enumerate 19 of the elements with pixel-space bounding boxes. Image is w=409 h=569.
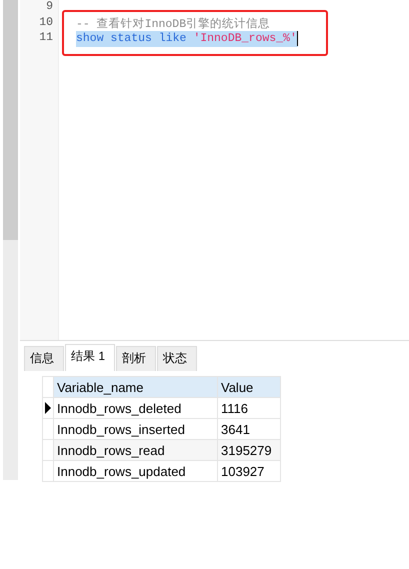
result-tab[interactable]: 剖析 [116,346,156,371]
table-cell: Innodb_rows_read [54,440,218,460]
result-tab[interactable]: 状态 [157,346,198,371]
table-cell: 103927 [218,460,280,482]
table-cell: 3195279 [218,440,280,460]
code-line: -- 查看针对InnoDB引擎的统计信息 [76,16,270,31]
line-number: 10 [38,16,54,30]
line-number: 9 [45,0,54,15]
result-tab[interactable]: 结果 1 [65,344,116,371]
column-header[interactable]: Value [218,376,280,398]
column-header[interactable]: Variable_name [54,376,218,398]
table-cell: Innodb_rows_deleted [54,398,218,418]
text-cursor [296,31,298,46]
line-number: 11 [38,31,54,46]
table-cell: Innodb_rows_updated [54,460,218,482]
scrollbar-thumb[interactable] [3,0,18,240]
table-cell: 1116 [218,398,280,418]
result-tab[interactable]: 信息 [24,346,64,371]
row-header[interactable] [42,398,54,418]
